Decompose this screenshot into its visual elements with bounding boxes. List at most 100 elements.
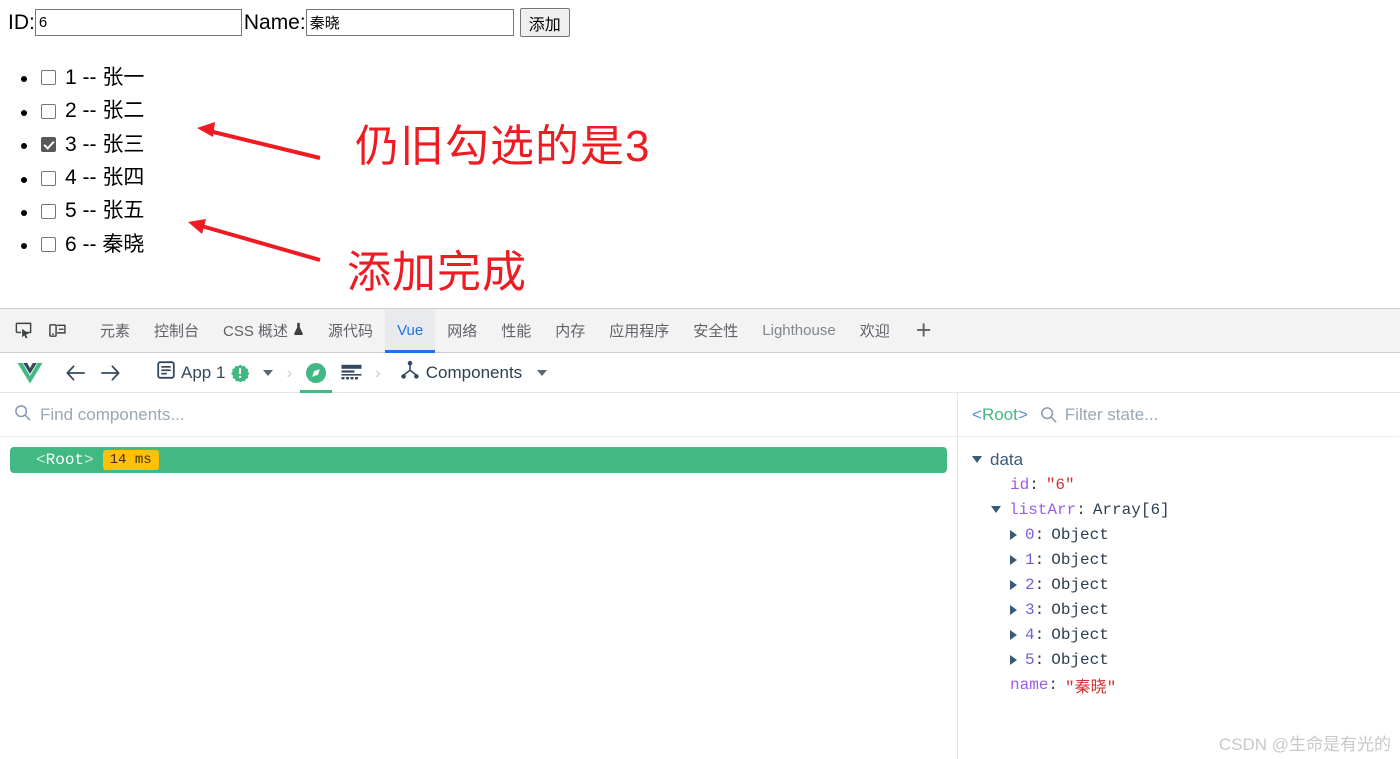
state-key: 5 <box>1025 650 1035 669</box>
list-item-checkbox[interactable] <box>41 137 56 153</box>
tab-label: 性能 <box>501 323 532 340</box>
state-row[interactable]: name: "秦晓" <box>958 672 1399 697</box>
tab-label: 元素 <box>100 323 131 340</box>
screenshot-root: ID: Name: 添加 1 -- 张一 2 -- 张二 3 -- 张三 4 -… <box>0 0 1400 759</box>
tab-vue[interactable]: Vue <box>385 308 436 353</box>
state-key: name <box>1010 675 1049 694</box>
annotation-text-checked: 仍旧勾选的是3 <box>355 122 651 171</box>
filter-search-icon <box>1040 406 1057 423</box>
chevron-down-icon <box>972 456 982 463</box>
id-label: ID: <box>8 11 35 34</box>
component-search-placeholder: Find components... <box>40 404 185 424</box>
state-colon: : <box>1034 525 1045 544</box>
view-selector[interactable]: Components <box>393 353 554 393</box>
view-label: Components <box>425 362 523 382</box>
tab-elements[interactable]: 元素 <box>88 309 142 353</box>
list-item-checkbox[interactable] <box>41 203 56 219</box>
state-row[interactable]: 2: Object <box>958 572 1399 597</box>
tab-label: 欢迎 <box>859 323 890 340</box>
state-row[interactable]: 1: Object <box>958 547 1399 572</box>
chevron-down-icon-2 <box>537 369 548 376</box>
state-row[interactable]: 3: Object <box>958 597 1399 622</box>
vue-devtools-body: Find components... <Root> 14 ms <Root> F… <box>0 393 1400 759</box>
component-tree-row-root[interactable]: <Root> 14 ms <box>10 447 947 473</box>
chevron-right-icon <box>1010 604 1017 615</box>
inspector-tab-components-icon[interactable] <box>298 353 334 393</box>
add-tab-button[interactable]: + <box>902 309 946 353</box>
chevron-down-icon <box>991 506 1001 513</box>
tab-sources[interactable]: 源代码 <box>316 309 385 353</box>
name-input[interactable] <box>305 9 514 36</box>
list-item-checkbox[interactable] <box>41 237 56 253</box>
tab-security[interactable]: 安全性 <box>681 309 750 353</box>
tab-memory[interactable]: 内存 <box>543 309 597 353</box>
state-key: 1 <box>1025 550 1035 569</box>
state-colon: : <box>1034 600 1045 619</box>
flask-icon <box>293 322 304 339</box>
inspect-element-icon[interactable] <box>6 316 40 346</box>
chevron-down-icon <box>263 369 274 376</box>
state-key: listArr <box>1009 500 1077 519</box>
tag-open-bracket: < <box>36 451 46 469</box>
state-row[interactable]: 4: Object <box>958 622 1399 647</box>
state-filter-placeholder: Filter state... <box>1064 404 1159 424</box>
state-value: "秦晓" <box>1065 678 1117 697</box>
list-item-checkbox[interactable] <box>41 103 56 119</box>
state-group-label: data <box>990 449 1024 469</box>
list-item: 6 -- 秦晓 <box>40 229 144 262</box>
state-group-data[interactable]: data <box>958 447 1399 472</box>
component-search-bar[interactable]: Find components... <box>0 393 957 437</box>
tab-performance[interactable]: 性能 <box>489 309 543 353</box>
device-toolbar-icon[interactable] <box>40 316 74 346</box>
list-item-checkbox[interactable] <box>41 70 56 86</box>
state-key: id <box>1010 475 1030 494</box>
chevron-right-icon <box>1010 654 1017 665</box>
annotation-arrow-2 <box>188 219 321 262</box>
web-page-viewport: ID: Name: 添加 1 -- 张一 2 -- 张二 3 -- 张三 4 -… <box>0 0 1400 308</box>
search-icon <box>14 404 31 426</box>
components-tree-icon <box>400 360 420 385</box>
inspector-tab-timeline-icon[interactable] <box>334 353 369 393</box>
state-colon: : <box>1034 650 1045 669</box>
tab-lighthouse[interactable]: Lighthouse <box>750 309 847 353</box>
tab-label: 网络 <box>447 323 478 340</box>
id-input[interactable] <box>34 9 242 36</box>
tab-css-overview[interactable]: CSS 概述 <box>211 309 316 353</box>
state-row[interactable]: listArr: Array[6] <box>958 497 1399 522</box>
annotation-arrow-1 <box>197 122 321 160</box>
state-colon: : <box>1048 675 1059 694</box>
state-filter-bar[interactable]: <Root> Filter state... <box>958 393 1399 437</box>
add-button[interactable]: 添加 <box>519 8 570 37</box>
state-colon: : <box>1029 475 1039 494</box>
app-icon <box>157 361 175 384</box>
app-selector[interactable]: App 1 <box>150 353 280 393</box>
app-warning-badge-icon <box>231 364 250 382</box>
tab-console[interactable]: 控制台 <box>142 309 211 353</box>
state-row[interactable]: 0: Object <box>958 522 1399 547</box>
chevron-right-icon <box>1010 529 1017 540</box>
annotation-text-added: 添加完成 <box>347 248 527 297</box>
list-item-label: 3 -- 张三 <box>65 132 145 156</box>
app-label: App 1 <box>181 362 226 382</box>
tab-network[interactable]: 网络 <box>435 309 489 353</box>
back-button[interactable] <box>58 353 93 393</box>
tab-application[interactable]: 应用程序 <box>597 309 681 353</box>
list-item-label: 1 -- 张一 <box>65 66 145 89</box>
tag-name: Root <box>45 451 85 469</box>
add-entry-form: ID: Name: 添加 <box>8 8 570 37</box>
list-item-label: 4 -- 张四 <box>65 166 145 190</box>
tab-welcome[interactable]: 欢迎 <box>848 309 902 353</box>
state-row[interactable]: id: "6" <box>958 472 1399 497</box>
chevron-right-icon <box>1010 629 1017 640</box>
forward-button[interactable] <box>93 353 128 393</box>
chevron-right-icon <box>1010 554 1017 565</box>
state-colon: : <box>1034 625 1045 644</box>
state-row[interactable]: 5: Object <box>958 647 1399 672</box>
devtools-panel: 元素 控制台 CSS 概述 源代码 Vue 网络 性能 内存 应用程序 安全性 … <box>0 308 1400 759</box>
chevron-right-icon <box>1010 579 1017 590</box>
component-tree: <Root> 14 ms <box>0 437 957 473</box>
tag-open-bracket: < <box>972 404 982 424</box>
list-item-label: 5 -- 张五 <box>65 199 145 223</box>
list-item-checkbox[interactable] <box>41 170 56 186</box>
state-value: Object <box>1051 550 1109 569</box>
